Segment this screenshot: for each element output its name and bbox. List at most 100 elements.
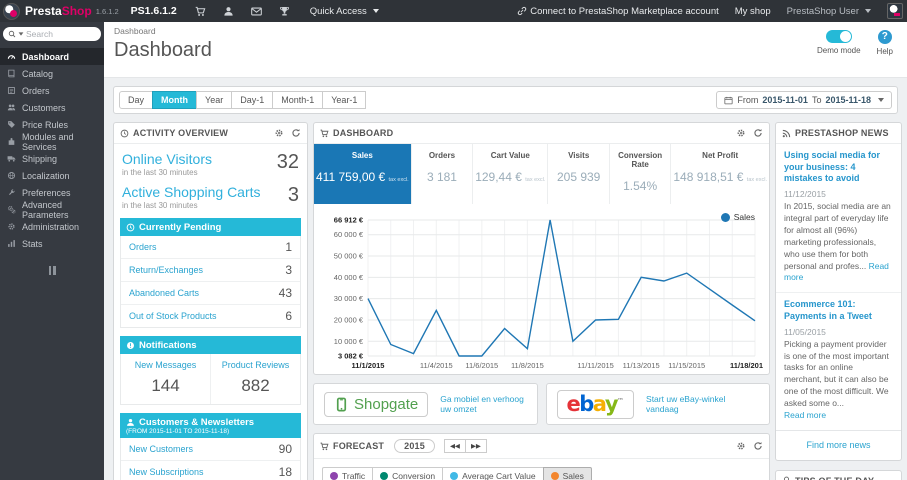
svg-text:11/6/2015: 11/6/2015 xyxy=(465,361,498,370)
notifications-header: Notifications xyxy=(120,336,301,354)
forecast-legend-avg-cart-value[interactable]: Average Cart Value xyxy=(442,467,544,480)
sidebar-item-catalog[interactable]: Catalog xyxy=(0,65,104,82)
my-shop-link[interactable]: My shop xyxy=(735,6,771,17)
cart-icon xyxy=(320,129,329,137)
wrench-icon xyxy=(9,189,15,195)
shop-name[interactable]: PS1.6.1.2 xyxy=(131,5,177,17)
gear-icon[interactable] xyxy=(274,128,284,138)
range-button-month[interactable]: Month xyxy=(152,91,198,109)
refresh-icon[interactable] xyxy=(753,441,763,451)
chevron-down-icon xyxy=(372,9,379,13)
svg-text:10 000 €: 10 000 € xyxy=(334,337,364,346)
page-header: Dashboard Dashboard Demo mode ? Help xyxy=(104,22,907,78)
help-icon[interactable]: ? xyxy=(877,30,892,44)
ebay-logo[interactable]: ebay™ xyxy=(556,389,635,419)
news-article-title[interactable]: Ecommerce 101: Payments in a Tweet xyxy=(784,299,893,322)
forecast-panel-title: FORECAST xyxy=(333,441,385,451)
range-button-day-1[interactable]: Day-1 xyxy=(231,91,274,109)
chevron-down-icon xyxy=(865,9,871,13)
kpi-orders[interactable]: Orders 3 181 xyxy=(410,144,472,204)
trophy-icon[interactable] xyxy=(279,6,290,17)
kpi-visits[interactable]: Visits 205 939 xyxy=(547,144,608,204)
dashboard-panel-title: DASHBOARD xyxy=(333,128,394,138)
svg-text:40 000 €: 40 000 € xyxy=(334,273,364,282)
sidebar-item-preferences[interactable]: Preferences xyxy=(0,184,104,201)
sidebar-item-administration[interactable]: Administration xyxy=(0,218,104,235)
sales-chart: 66 912 € 60 000 € 50 000 € 40 000 € 30 000 €… xyxy=(334,216,763,371)
chart-legend[interactable]: Sales xyxy=(720,212,755,222)
kpi-conversion-rate[interactable]: Conversion Rate 1.54% xyxy=(608,144,670,204)
news-article-title[interactable]: Using social media for your business: 4 … xyxy=(784,150,893,185)
sidebar-item-stats[interactable]: Stats xyxy=(0,235,104,252)
sidebar-item-orders[interactable]: Orders xyxy=(0,82,104,99)
cart-icon[interactable] xyxy=(195,6,206,17)
customers-row-new-customers: New Customers 90 xyxy=(121,438,300,461)
search-input[interactable] xyxy=(26,29,84,39)
range-button-day[interactable]: Day xyxy=(119,91,154,109)
kpi-sales[interactable]: Sales 411 759,00 € tax excl. xyxy=(314,144,411,204)
alert-circle-icon xyxy=(127,342,134,349)
sidebar-item-price-rules[interactable]: Price Rules xyxy=(0,116,104,133)
sidebar-collapse-button[interactable] xyxy=(46,266,58,275)
messages-icon[interactable] xyxy=(250,6,262,17)
main-content: Dashboard Dashboard Demo mode ? Help Day… xyxy=(104,22,907,480)
gear-icon xyxy=(8,223,15,230)
kpi-cart-value[interactable]: Cart Value 129,44 € tax excl. xyxy=(472,144,547,204)
sidebar-search[interactable] xyxy=(3,27,101,41)
forecast-legend-sales[interactable]: Sales xyxy=(542,467,592,480)
employee-icon[interactable] xyxy=(223,6,234,17)
forecast-next-button[interactable]: ▶▶ xyxy=(464,439,487,453)
shopgate-logo[interactable]: Shopgate xyxy=(324,391,429,417)
brand-text: PrestaShop xyxy=(25,4,92,18)
gauge-icon xyxy=(7,55,16,59)
gear-icon[interactable] xyxy=(736,441,746,451)
prestashop-logo[interactable] xyxy=(3,2,20,20)
link-icon xyxy=(517,6,527,16)
shopgate-link[interactable]: Ga mobiel en verhoog uw omzet xyxy=(440,394,526,414)
user-avatar[interactable] xyxy=(887,3,903,19)
date-range-picker[interactable]: From 2015-11-01 To 2015-11-18 xyxy=(716,91,892,109)
ebay-link[interactable]: Start uw eBay-winkel vandaag xyxy=(646,394,759,414)
user-menu[interactable]: PrestaShop User xyxy=(787,6,871,17)
range-button-month-1[interactable]: Month-1 xyxy=(272,91,324,109)
demo-mode-toggle[interactable] xyxy=(825,30,852,43)
sidebar-item-shipping[interactable]: Shipping xyxy=(0,150,104,167)
online-visitors-link[interactable]: Online Visitors xyxy=(122,151,299,167)
sidebar-item-modules[interactable]: Modules and Services xyxy=(0,132,104,152)
product-reviews-cell[interactable]: Product Reviews 882 xyxy=(210,354,300,404)
search-scope-caret[interactable] xyxy=(18,32,24,36)
find-more-news-link[interactable]: Find more news xyxy=(776,431,901,460)
activity-panel-title: ACTIVITY OVERVIEW xyxy=(133,128,229,138)
clipboard-icon xyxy=(7,86,16,95)
cogs-icon xyxy=(7,205,16,214)
kpi-net-profit[interactable]: Net Profit 148 918,51 € tax excl. xyxy=(670,144,769,204)
lightbulb-icon xyxy=(784,477,789,480)
pending-row-abandoned-carts: Abandoned Carts 43 xyxy=(121,282,300,305)
forecast-legend-traffic[interactable]: Traffic xyxy=(322,467,374,480)
forecast-legend-conversion[interactable]: Conversion xyxy=(372,467,444,480)
refresh-icon[interactable] xyxy=(753,128,763,138)
range-button-year-1[interactable]: Year-1 xyxy=(322,91,367,109)
online-visitors-stat: 32 Online Visitors in the last 30 minute… xyxy=(122,151,299,177)
sidebar-item-advanced-parameters[interactable]: Advanced Parameters xyxy=(0,200,104,220)
tips-of-the-day-panel: TIPS OF THE DAY Geef je Sales in het bui… xyxy=(775,469,902,480)
range-button-year[interactable]: Year xyxy=(196,91,233,109)
sidebar-item-customers[interactable]: Customers xyxy=(0,99,104,116)
forecast-prev-button[interactable]: ◀◀ xyxy=(443,439,466,453)
tag-icon xyxy=(8,121,15,128)
breadcrumb[interactable]: Dashboard xyxy=(114,26,897,36)
quick-access-menu[interactable]: Quick Access xyxy=(310,6,379,17)
read-more-link[interactable]: Read more xyxy=(784,410,826,420)
help-label: Help xyxy=(876,47,893,56)
news-article-date: 11/05/2015 xyxy=(784,326,826,337)
sidebar-item-dashboard[interactable]: Dashboard xyxy=(0,48,104,65)
new-messages-cell[interactable]: New Messages 144 xyxy=(121,354,210,404)
gear-icon[interactable] xyxy=(736,128,746,138)
sidebar-item-localization[interactable]: Localization xyxy=(0,167,104,184)
active-carts-value: 3 xyxy=(287,184,299,206)
prestashop-admin: { "topbar": { "brand_presta": "Presta", … xyxy=(0,0,907,480)
refresh-icon[interactable] xyxy=(291,128,301,138)
active-carts-link[interactable]: Active Shopping Carts xyxy=(122,184,299,200)
pending-row-orders: Orders 1 xyxy=(121,236,300,259)
marketplace-link[interactable]: Connect to PrestaShop Marketplace accoun… xyxy=(517,6,719,17)
